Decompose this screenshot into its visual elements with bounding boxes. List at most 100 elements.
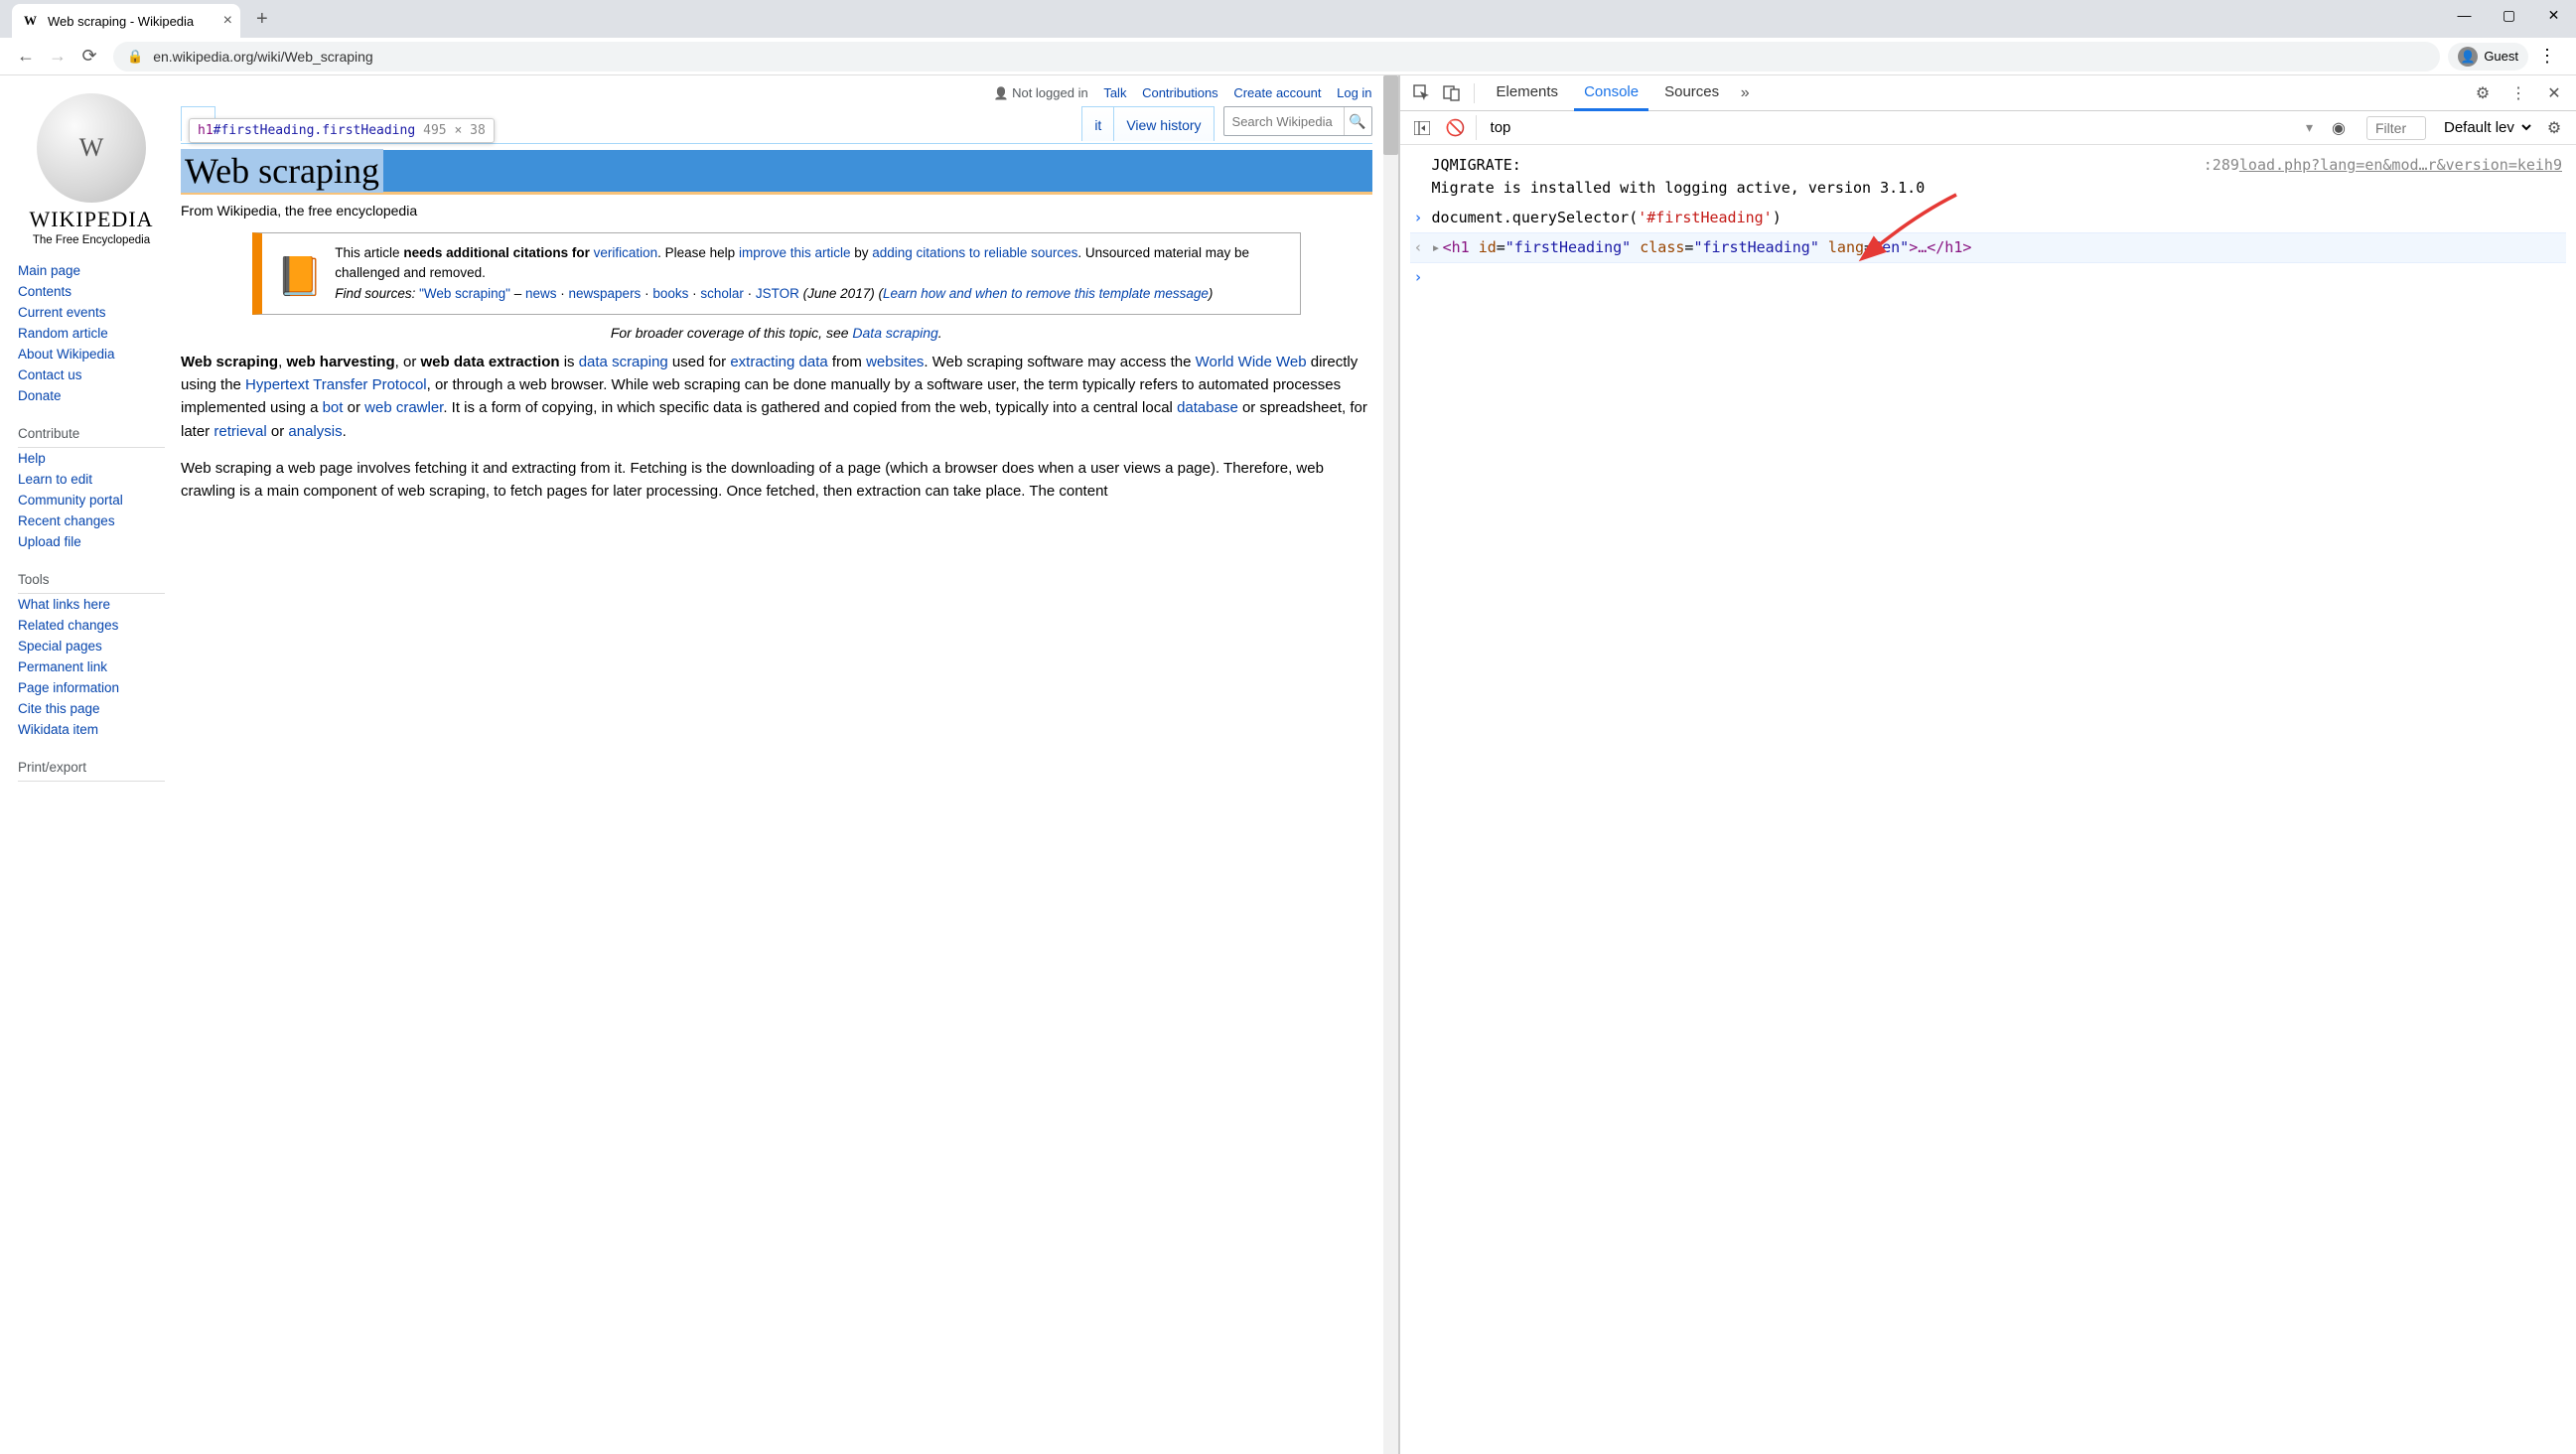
wikipedia-logo[interactable]: WIKIPEDIA The Free Encyclopedia	[18, 93, 165, 246]
sidenav-item[interactable]: Permanent link	[18, 656, 165, 677]
personal-bar: Not logged in Talk Contributions Create …	[181, 85, 1372, 100]
clear-console-icon[interactable]: 🚫	[1442, 114, 1470, 142]
console-settings-icon[interactable]: ⚙	[2540, 114, 2568, 142]
scroll-thumb[interactable]	[1383, 75, 1398, 155]
sidenav-item[interactable]: Upload file	[18, 531, 165, 552]
close-tab-icon[interactable]: ×	[223, 12, 232, 30]
close-window-button[interactable]: ✕	[2531, 0, 2576, 30]
page-scrollbar[interactable]	[1383, 75, 1398, 1454]
log-linecol: :289	[2204, 156, 2239, 174]
sidenav-item[interactable]: Donate	[18, 385, 165, 406]
find-source-link[interactable]: books	[652, 286, 688, 301]
ambox-text: This article	[335, 245, 403, 260]
link[interactable]: data scraping	[579, 354, 668, 370]
devtools-toolbar: ElementsConsoleSources » ⚙ ⋮ ✕	[1400, 75, 2576, 111]
link[interactable]: World Wide Web	[1196, 354, 1307, 370]
expand-toggle-icon[interactable]: ▸	[1432, 238, 1441, 256]
sidenav-item[interactable]: Help	[18, 448, 165, 469]
sidenav-item[interactable]: Contents	[18, 281, 165, 302]
filter-input[interactable]	[2366, 116, 2426, 140]
sidenav-item[interactable]: Cite this page	[18, 698, 165, 719]
find-source-link[interactable]: scholar	[700, 286, 744, 301]
inspect-element-icon[interactable]	[1408, 79, 1436, 107]
create-account-link[interactable]: Create account	[1233, 85, 1321, 100]
sidenav-item[interactable]: Main page	[18, 260, 165, 281]
citations-link[interactable]: adding citations to reliable sources	[872, 245, 1077, 260]
find-query-link[interactable]: "Web scraping"	[419, 286, 510, 301]
browser-menu-button[interactable]: ⋮	[2528, 46, 2566, 67]
live-expression-icon[interactable]: ◉	[2325, 114, 2353, 142]
log-level-select[interactable]: Default lev	[2436, 114, 2534, 141]
minimize-button[interactable]: —	[2442, 0, 2487, 30]
close-devtools-icon[interactable]: ✕	[2540, 79, 2568, 107]
reload-button[interactable]: ⟳	[73, 41, 105, 73]
sidenav-item[interactable]: Current events	[18, 302, 165, 323]
devtools-tab-console[interactable]: Console	[1574, 75, 1648, 111]
find-source-link[interactable]: JSTOR	[756, 286, 799, 301]
console-log-area[interactable]: JQMIGRATE: load.php?lang=en&mod…r&versio…	[1400, 145, 2576, 1454]
sidenav-item[interactable]: Community portal	[18, 490, 165, 510]
citation-notice-box: 📙 This article needs additional citation…	[252, 232, 1301, 315]
log-source-link[interactable]: load.php?lang=en&mod…r&version=keih9	[2239, 154, 2562, 177]
devtools-tab-elements[interactable]: Elements	[1487, 75, 1569, 111]
address-bar: ← → ⟳ 🔒 en.wikipedia.org/wiki/Web_scrapi…	[0, 38, 2576, 75]
talk-link[interactable]: Talk	[1103, 85, 1126, 100]
sidenav-item[interactable]: Special pages	[18, 636, 165, 656]
link[interactable]: bot	[323, 399, 344, 416]
console-sidebar-toggle-icon[interactable]	[1408, 114, 1436, 142]
back-button[interactable]: ←	[10, 41, 42, 73]
edit-tab[interactable]: it	[1081, 106, 1114, 141]
console-result[interactable]: ▸<h1 id="firstHeading" class="firstHeadi…	[1410, 232, 2566, 263]
verification-link[interactable]: verification	[594, 245, 658, 260]
link[interactable]: Hypertext Transfer Protocol	[245, 376, 427, 393]
maximize-button[interactable]: ▢	[2487, 0, 2531, 30]
context-select[interactable]: top	[1485, 115, 1531, 140]
bold: web data extraction	[420, 354, 559, 370]
profile-label: Guest	[2484, 49, 2518, 64]
console-prompt[interactable]	[1410, 263, 2566, 292]
link[interactable]: websites	[866, 354, 924, 370]
hatnote-text: For broader coverage of this topic, see	[611, 325, 853, 341]
login-link[interactable]: Log in	[1337, 85, 1371, 100]
find-source-link[interactable]: news	[525, 286, 557, 301]
device-toolbar-icon[interactable]	[1438, 79, 1466, 107]
more-tabs-icon[interactable]: »	[1731, 79, 1759, 107]
browser-tab[interactable]: W Web scraping - Wikipedia ×	[12, 4, 240, 38]
sidenav-item[interactable]: About Wikipedia	[18, 344, 165, 364]
link[interactable]: retrieval	[214, 423, 266, 440]
hatnote-link[interactable]: Data scraping	[852, 325, 937, 341]
sidenav-item[interactable]: Page information	[18, 677, 165, 698]
link[interactable]: database	[1177, 399, 1238, 416]
article-body: Web scraping, web harvesting, or web dat…	[181, 351, 1372, 504]
devtools-panel: ElementsConsoleSources » ⚙ ⋮ ✕ 🚫 top ▾	[1399, 75, 2576, 1454]
text: .	[343, 423, 347, 440]
contributions-link[interactable]: Contributions	[1142, 85, 1218, 100]
sidenav-item[interactable]: Contact us	[18, 364, 165, 385]
search-button[interactable]: 🔍	[1344, 107, 1371, 135]
search-input[interactable]	[1224, 114, 1344, 129]
url-input[interactable]: 🔒 en.wikipedia.org/wiki/Web_scraping	[113, 42, 2440, 72]
sidenav-item[interactable]: Related changes	[18, 615, 165, 636]
link[interactable]: extracting data	[730, 354, 827, 370]
new-tab-button[interactable]: +	[248, 4, 276, 35]
sidenav-item[interactable]: Random article	[18, 323, 165, 344]
ambox-date: (June 2017)	[803, 286, 875, 301]
find-source-link[interactable]: newspapers	[569, 286, 642, 301]
settings-gear-icon[interactable]: ⚙	[2469, 79, 2497, 107]
improve-link[interactable]: improve this article	[739, 245, 851, 260]
sidenav-item[interactable]: Wikidata item	[18, 719, 165, 740]
forward-button[interactable]: →	[42, 41, 73, 73]
kebab-menu-icon[interactable]: ⋮	[2504, 79, 2532, 107]
element-tooltip: h1#firstHeading.firstHeading 495 × 38	[189, 118, 495, 143]
history-tab[interactable]: View history	[1113, 106, 1214, 141]
link[interactable]: analysis	[288, 423, 342, 440]
devtools-tab-sources[interactable]: Sources	[1654, 75, 1729, 111]
sidenav-item[interactable]: Recent changes	[18, 510, 165, 531]
link[interactable]: web crawler	[364, 399, 443, 416]
sidenav-item[interactable]: Learn to edit	[18, 469, 165, 490]
learn-link[interactable]: Learn how and when to remove this templa…	[883, 286, 1209, 301]
sidenav-item[interactable]: What links here	[18, 594, 165, 615]
profile-button[interactable]: 👤 Guest	[2448, 43, 2528, 71]
result-tag: <h1	[1443, 238, 1479, 256]
console-toolbar: 🚫 top ▾ ◉ Default lev ⚙	[1400, 111, 2576, 145]
